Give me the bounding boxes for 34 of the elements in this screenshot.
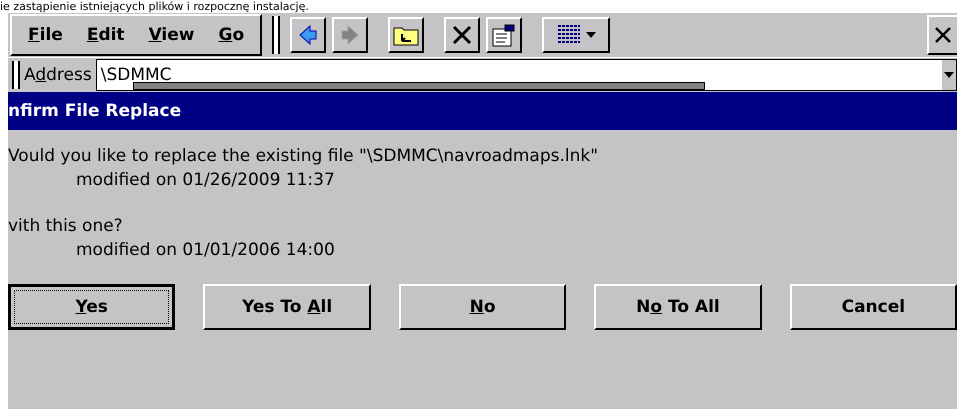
delete-icon bbox=[451, 24, 474, 46]
dropdown-button[interactable] bbox=[942, 60, 956, 90]
dialog-button[interactable]: Yes bbox=[8, 284, 176, 330]
dialog-button[interactable]: Yes To All bbox=[203, 284, 371, 330]
modified-date-text: modified on 01/26/2009 11:37 bbox=[76, 169, 336, 192]
toolbar-button[interactable] bbox=[486, 17, 522, 53]
dialog-button[interactable]: Cancel bbox=[790, 284, 957, 330]
message-text: vith this one? bbox=[8, 215, 124, 238]
toolbar-button[interactable] bbox=[290, 17, 326, 53]
close-button[interactable] bbox=[927, 15, 957, 55]
dialog-title: nfirm File Replace bbox=[8, 92, 957, 130]
dialog-button[interactable]: No bbox=[398, 284, 566, 330]
address-label: Address bbox=[24, 65, 92, 85]
toolbar-grip bbox=[272, 16, 280, 54]
caption-text: ie zastąpienie istniejących plików i rozpocznę instalację. bbox=[0, 0, 310, 13]
close-icon bbox=[934, 26, 952, 44]
toolbar-button[interactable] bbox=[542, 17, 610, 53]
properties-icon bbox=[491, 23, 518, 47]
list-view-icon bbox=[556, 24, 582, 46]
menu-item[interactable]: Go bbox=[208, 25, 254, 45]
dialog-button[interactable]: No To All bbox=[594, 284, 762, 330]
toolbar-button[interactable] bbox=[444, 17, 480, 53]
menu-item[interactable]: View bbox=[138, 25, 204, 45]
message-text: Vould you like to replace the existing file "\SDMMC\navroadmaps.lnk" bbox=[8, 145, 600, 168]
menu-item[interactable]: File bbox=[18, 25, 73, 45]
caret-icon bbox=[944, 72, 954, 78]
toolbar-button[interactable] bbox=[388, 17, 424, 53]
address-grip bbox=[12, 61, 20, 89]
address-field[interactable]: \SDMMC bbox=[96, 59, 957, 91]
left-arrow-icon bbox=[298, 24, 318, 46]
right-arrow-icon bbox=[340, 24, 360, 46]
caret-icon bbox=[586, 32, 596, 38]
modified-date-text: modified on 01/01/2006 14:00 bbox=[76, 239, 336, 262]
menu-item[interactable]: Edit bbox=[76, 25, 135, 45]
